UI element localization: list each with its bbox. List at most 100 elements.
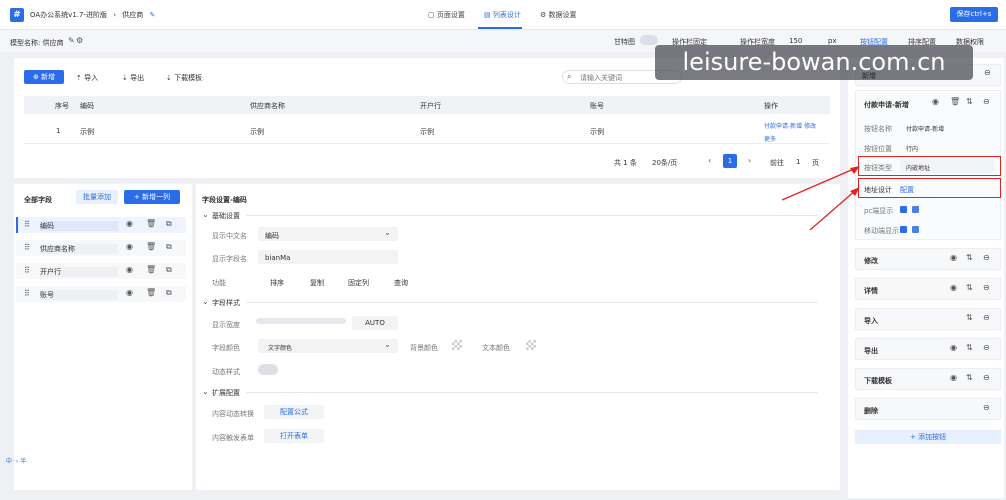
eye-icon[interactable]: ◉	[126, 242, 133, 251]
eye-icon[interactable]: ◉	[126, 288, 133, 297]
eye-icon[interactable]: ◉	[932, 97, 939, 106]
sort-icon[interactable]: ⇅	[966, 373, 973, 382]
breadcrumb-app[interactable]: OA办公系统v1.7-进阶版	[30, 11, 107, 19]
button-name-label: 按钮名称	[864, 125, 892, 133]
chevron-down-icon[interactable]: ⌄	[384, 228, 391, 237]
collapse-icon[interactable]: ⊖	[983, 97, 990, 106]
add-button[interactable]: ⊕ 新增	[24, 70, 64, 84]
drag-handle-icon[interactable]: ⠿	[24, 289, 30, 298]
batch-add-button[interactable]: 批量添加	[76, 190, 118, 204]
divider	[246, 215, 818, 216]
expand-icon[interactable]: ⊖	[983, 313, 990, 322]
export-button[interactable]: ⇣ 导出	[122, 73, 144, 83]
pager-current-page[interactable]: 1	[723, 154, 737, 168]
chevron-down-icon[interactable]: ⌄	[202, 297, 209, 306]
copy-icon[interactable]: ⧉	[166, 265, 172, 275]
new-column-button[interactable]: + 新增一列	[124, 190, 180, 204]
text-color-picker[interactable]	[526, 340, 536, 350]
tab-page-settings[interactable]: ▢ 页面设置	[428, 10, 465, 20]
model-name: 模型名称: 供应商	[10, 39, 64, 47]
eye-icon[interactable]: ◉	[126, 265, 133, 274]
function-fixed[interactable]: 固定列	[348, 278, 369, 288]
display-name-input[interactable]	[258, 227, 398, 241]
config-formula-button[interactable]: 配置公式	[264, 405, 324, 419]
open-form-button[interactable]: 打开表单	[264, 429, 324, 443]
tab-list-design[interactable]: ▤ 列表设计	[484, 10, 521, 20]
copy-icon[interactable]: ⧉	[166, 219, 172, 229]
edit-icon[interactable]: ✎	[150, 11, 156, 19]
pager-size-select[interactable]: 20条/页	[652, 158, 677, 168]
download-template-button[interactable]: ⇣ 下载模板	[166, 73, 202, 83]
eye-icon[interactable]: ◉	[950, 373, 957, 382]
trash-icon[interactable]: 🗑	[146, 265, 156, 274]
settings-icon[interactable]: ⚙	[76, 36, 83, 45]
eye-icon[interactable]: ◉	[950, 253, 957, 262]
pc-display-icon[interactable]	[912, 206, 919, 213]
import-button[interactable]: ⇡ 导入	[76, 73, 98, 83]
expand-icon[interactable]: ⊖	[983, 253, 990, 262]
field-item-label: 开户行	[40, 267, 118, 277]
collapse-icon[interactable]: ⊖	[984, 68, 991, 77]
mobile-display-icon[interactable]	[912, 226, 919, 233]
sort-icon[interactable]: ⇅	[966, 313, 973, 322]
bg-color-picker[interactable]	[452, 340, 462, 350]
chevron-down-icon[interactable]: ⌄	[202, 210, 209, 219]
button-item-label: 导出	[864, 347, 878, 355]
col-header-code: 编码	[80, 102, 94, 110]
tab-data-settings[interactable]: ⚙ 数据设置	[540, 10, 577, 20]
divider	[246, 392, 818, 393]
copy-icon[interactable]: ⧉	[166, 288, 172, 298]
gantt-toggle[interactable]	[640, 35, 658, 45]
pc-display-checkbox[interactable]	[900, 206, 907, 213]
row-action-links[interactable]: 付款申请-新增 修改	[764, 121, 816, 130]
function-sort[interactable]: 排序	[270, 278, 284, 288]
input-method-toolbar[interactable]: 中 ·› 半	[6, 456, 26, 465]
drag-handle-icon[interactable]: ⠿	[24, 243, 30, 252]
gear-icon: ⚙	[540, 11, 549, 19]
expand-icon[interactable]: ⊖	[983, 373, 990, 382]
trash-icon[interactable]: 🗑	[146, 288, 156, 297]
bg-color-label: 背景颜色	[410, 344, 438, 352]
function-query[interactable]: 查询	[394, 278, 408, 288]
expand-icon[interactable]: ⊖	[983, 283, 990, 292]
copy-icon[interactable]: ⧉	[166, 242, 172, 252]
chevron-down-icon[interactable]: ⌄	[202, 387, 209, 396]
drag-handle-icon[interactable]: ⠿	[24, 266, 30, 275]
address-config-link[interactable]: 配置	[900, 185, 914, 195]
width-input[interactable]: 150	[789, 37, 802, 45]
trash-icon[interactable]: 🗑	[146, 219, 156, 228]
save-button[interactable]: 保存ctrl+s	[950, 7, 998, 22]
dynamic-style-toggle[interactable]	[258, 364, 278, 375]
edit-icon[interactable]: ✎	[68, 36, 75, 45]
sort-icon[interactable]: ⇅	[966, 97, 973, 106]
eye-icon[interactable]: ◉	[950, 283, 957, 292]
trash-icon[interactable]: 🗑	[146, 242, 156, 251]
width-setting-value[interactable]: AUTO	[352, 316, 398, 330]
width-setting-label: 显示宽度	[212, 321, 240, 329]
expand-icon[interactable]: ⊖	[983, 403, 990, 412]
sort-icon[interactable]: ⇅	[966, 283, 973, 292]
field-name-label: 显示字段名	[212, 255, 247, 263]
add-button-button[interactable]: + 添加按钮	[855, 430, 1001, 444]
button-name-value[interactable]: 付款申请-新增	[906, 124, 944, 133]
chevron-down-icon[interactable]: ⌄	[384, 340, 391, 349]
dynamic-style-label: 动态样式	[212, 368, 240, 376]
function-copy[interactable]: 复制	[310, 278, 324, 288]
download-icon: ⇣	[166, 74, 175, 82]
pager-total: 共 1 条	[614, 159, 637, 167]
mobile-display-checkbox[interactable]	[900, 226, 907, 233]
section-basic: 基础设置	[212, 212, 240, 220]
sort-icon[interactable]: ⇅	[966, 343, 973, 352]
width-slider[interactable]	[256, 318, 346, 324]
chevron-right-icon[interactable]: ›	[748, 156, 751, 165]
row-more-link[interactable]: 更多	[764, 134, 776, 143]
button-position-value[interactable]: 行内	[906, 144, 918, 153]
eye-icon[interactable]: ◉	[126, 219, 133, 228]
drag-handle-icon[interactable]: ⠿	[24, 220, 30, 229]
button-type-value: 内嵌地址	[906, 165, 931, 172]
sort-icon[interactable]: ⇅	[966, 253, 973, 262]
chevron-left-icon[interactable]: ‹	[708, 156, 711, 165]
trash-icon[interactable]: 🗑	[950, 97, 960, 106]
eye-icon[interactable]: ◉	[950, 343, 957, 352]
expand-icon[interactable]: ⊖	[983, 343, 990, 352]
